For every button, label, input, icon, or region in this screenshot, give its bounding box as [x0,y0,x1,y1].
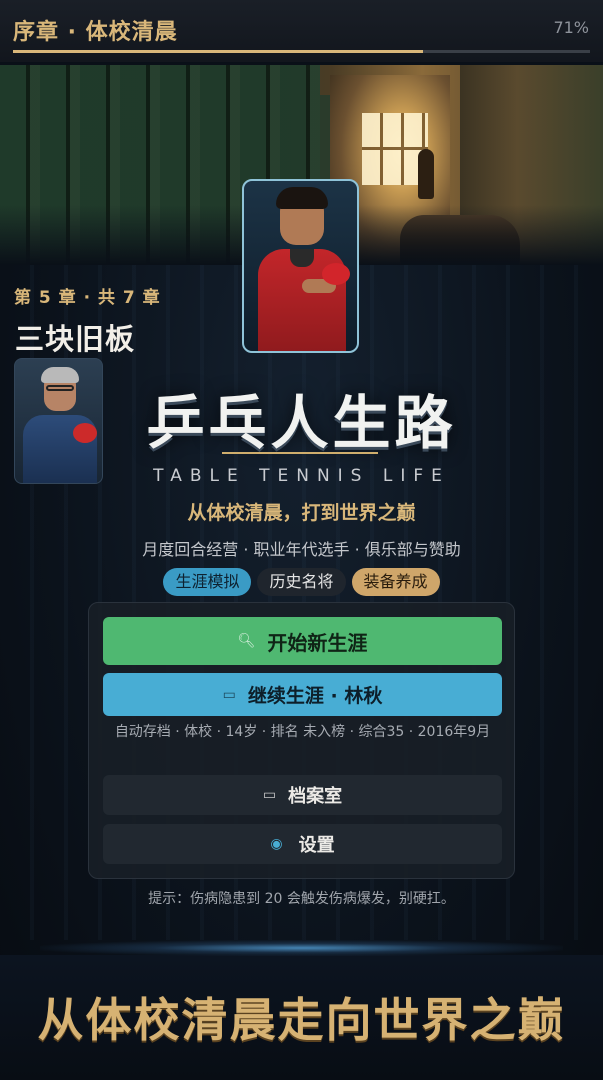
settings-button[interactable]: ◉ 设置 [103,824,502,864]
game-logo: 乒乓人生路 [146,389,457,457]
progress-bar [13,50,590,53]
gameplay-hint: 提示：伤病隐患到 20 会触发伤病爆发，别硬扛。 [148,891,455,907]
walking-figure [418,149,434,199]
tagline: 从体校清晨，打到世界之巅 [187,502,416,524]
slogan: 从体校清晨走向世界之巅 [37,993,566,1047]
folder-icon: ▭ [222,686,236,703]
main-menu-panel: 🔍︎ 开始新生涯 ▭ 继续生涯 · 林秋 自动存档 · 体校 · 14岁 · 排… [88,602,515,879]
player-hair [276,187,328,209]
player-collar [290,249,314,267]
dot-icon: ◉ [270,836,283,852]
paddle-icon [322,263,350,285]
archive-label: 档案室 [288,786,343,807]
english-title: TABLE TENNIS LIFE [153,466,450,486]
chapter-counter: 第 5 章 · 共 7 章 [14,288,161,308]
continue-career-button[interactable]: ▭ 继续生涯 · 林秋 [103,673,502,716]
tag-equipment: 装备养成 [351,568,440,596]
genre-tags: 生涯模拟 历史名将 装备养成 [0,568,603,596]
tag-legends: 历史名将 [257,568,346,596]
archive-button[interactable]: ▭ 档案室 [103,775,502,815]
save-slot-info: 自动存档 · 体校 · 14岁 · 排名 未入榜 · 综合35 · 2016年9… [114,724,491,740]
search-icon: 🔍︎ [237,633,256,649]
tag-career-sim: 生涯模拟 [163,568,252,596]
archive-folder-icon: ▭ [262,787,277,803]
feature-list: 月度回合经营 · 职业年代选手 · 俱乐部与赞助 [142,540,461,559]
logo-divider [222,452,378,454]
banner-glow [40,940,563,956]
new-career-label: 开始新生涯 [267,630,368,655]
settings-label: 设置 [298,835,335,856]
progress-bar-fill [13,50,423,53]
chapter-title: 序章 · 体校清晨 [13,20,178,45]
progress-percent: 71% [553,18,589,37]
chapter-progress-header: 序章 · 体校清晨 71% [0,0,603,62]
new-career-button[interactable]: 🔍︎ 开始新生涯 [103,617,502,665]
continue-career-label: 继续生涯 · 林秋 [247,685,383,707]
chapter-name: 三块旧板 [15,322,136,356]
player-portrait[interactable] [242,179,359,353]
